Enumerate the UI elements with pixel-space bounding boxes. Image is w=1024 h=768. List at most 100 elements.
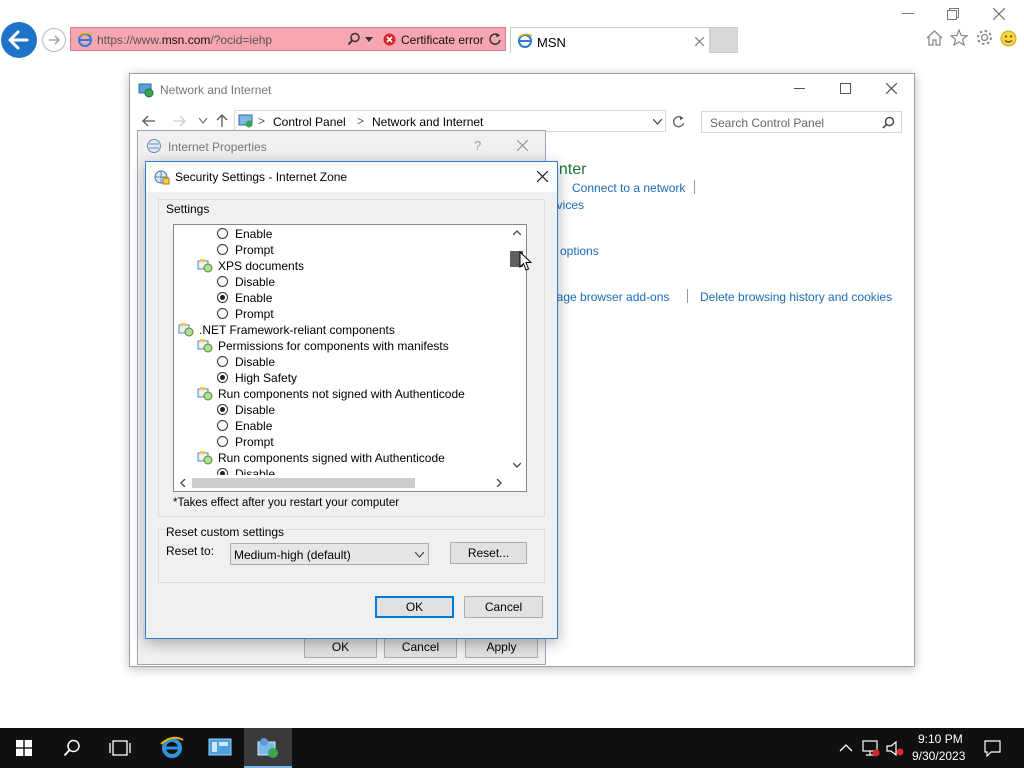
- radio-unchecked[interactable]: [217, 276, 228, 287]
- cancel-button[interactable]: Cancel: [464, 596, 543, 618]
- restore-icon[interactable]: [947, 8, 959, 20]
- security-globe-icon: [154, 170, 170, 185]
- radio-label: High Safety: [235, 371, 298, 385]
- settings-category-icon: [197, 451, 213, 465]
- home-icon[interactable]: [926, 30, 943, 46]
- arrow-right-icon: [49, 35, 61, 45]
- settings-tree[interactable]: Enable Prompt XPS documents Disable Enable Pr…: [173, 224, 527, 492]
- task-view-icon[interactable]: [109, 740, 131, 756]
- forward-button[interactable]: [42, 28, 66, 52]
- connect-to-network-link[interactable]: Connect to a network: [572, 181, 685, 195]
- network-icon: [138, 83, 154, 98]
- ok-button[interactable]: OK: [304, 636, 377, 658]
- cp-address-bar[interactable]: > Control Panel > Network and Internet: [234, 110, 666, 132]
- network-tray-icon[interactable]: [862, 740, 880, 757]
- close-window-icon[interactable]: [993, 8, 1005, 20]
- chevron-left-icon[interactable]: [180, 479, 186, 487]
- window-title: Network and Internet: [160, 83, 272, 97]
- breadcrumb-network-internet[interactable]: Network and Internet: [372, 115, 483, 129]
- chevron-up-icon[interactable]: [513, 230, 521, 236]
- taskbar-server-manager[interactable]: [196, 728, 244, 768]
- new-tab-button[interactable]: [710, 27, 738, 53]
- internet-options-icon: [147, 139, 161, 153]
- refresh-icon[interactable]: [488, 32, 502, 46]
- certificate-error-label[interactable]: Certificate error: [401, 33, 484, 47]
- ok-button[interactable]: OK: [375, 596, 454, 618]
- arrow-left-icon: [8, 30, 29, 50]
- horizontal-scrollbar[interactable]: [174, 475, 508, 491]
- chevron-down-icon[interactable]: [365, 37, 373, 43]
- radio-checked[interactable]: [217, 372, 228, 383]
- search-icon[interactable]: [63, 739, 81, 757]
- taskbar-internet-explorer[interactable]: [148, 728, 196, 768]
- smiley-feedback-icon[interactable]: [1000, 30, 1017, 47]
- maximize-icon[interactable]: [840, 83, 851, 94]
- close-icon[interactable]: [537, 171, 548, 182]
- security-settings-dialog: Security Settings - Internet Zone Settin…: [145, 161, 558, 639]
- radio-label: Prompt: [235, 307, 274, 321]
- radio-checked[interactable]: [217, 468, 228, 475]
- radio-label: Disable: [235, 467, 276, 475]
- tab-msn[interactable]: MSN: [510, 27, 710, 53]
- arrow-right-icon[interactable]: [172, 115, 186, 127]
- chevron-down-icon[interactable]: [199, 118, 207, 124]
- close-icon[interactable]: [695, 37, 704, 46]
- control-panel-icon: [238, 114, 253, 128]
- group-label: XPS documents: [218, 259, 305, 273]
- refresh-icon[interactable]: [672, 115, 685, 128]
- close-icon[interactable]: [517, 140, 528, 151]
- apply-button[interactable]: Apply: [465, 636, 538, 658]
- arrow-up-icon[interactable]: [216, 114, 228, 128]
- radio-checked[interactable]: [217, 292, 228, 303]
- radio-unchecked[interactable]: [217, 356, 228, 367]
- settings-category-icon: [197, 387, 213, 401]
- clock-date[interactable]: 9/30/2023: [912, 749, 965, 763]
- chevron-down-icon[interactable]: [653, 119, 662, 125]
- cert-error-icon[interactable]: [383, 33, 396, 46]
- cancel-button[interactable]: Cancel: [384, 636, 457, 658]
- group-label: .NET Framework-reliant components: [199, 323, 395, 337]
- radio-unchecked[interactable]: [217, 420, 228, 431]
- close-window-icon[interactable]: [886, 83, 897, 94]
- radio-unchecked[interactable]: [217, 308, 228, 319]
- dialog-title: Internet Properties: [168, 140, 267, 154]
- manage-addons-link[interactable]: nage browser add-ons: [550, 290, 669, 304]
- minimize-icon[interactable]: [794, 88, 805, 90]
- settings-category-icon: [197, 339, 213, 353]
- chevron-down-icon[interactable]: [513, 462, 521, 468]
- taskbar-control-panel[interactable]: [244, 728, 292, 768]
- volume-muted-icon[interactable]: [886, 740, 904, 757]
- radio-label: Enable: [235, 419, 273, 433]
- reset-level-select[interactable]: Medium-high (default): [230, 543, 429, 565]
- settings-rows: Enable Prompt XPS documents Disable Enable Pr…: [174, 225, 508, 475]
- gear-icon[interactable]: [976, 29, 993, 46]
- radio-label: Prompt: [235, 243, 274, 257]
- search-icon[interactable]: [882, 116, 895, 129]
- clock-time[interactable]: 9:10 PM: [918, 732, 963, 746]
- breadcrumb-control-panel[interactable]: Control Panel: [273, 115, 346, 129]
- radio-unchecked[interactable]: [217, 436, 228, 447]
- help-button[interactable]: ?: [474, 138, 481, 153]
- radio-checked[interactable]: [217, 404, 228, 415]
- search-control-panel-input[interactable]: Search Control Panel: [701, 111, 902, 133]
- arrow-left-icon[interactable]: [142, 115, 156, 127]
- chevron-right-icon[interactable]: [496, 479, 502, 487]
- scrollbar-thumb[interactable]: [192, 478, 415, 488]
- radio-unchecked[interactable]: [217, 244, 228, 255]
- breadcrumb-separator: >: [258, 114, 266, 128]
- radio-unchecked[interactable]: [217, 228, 228, 239]
- chevron-up-icon[interactable]: [839, 743, 853, 753]
- back-button[interactable]: [1, 22, 37, 58]
- divider: [694, 180, 695, 194]
- favorites-star-icon[interactable]: [950, 29, 968, 46]
- windows-start-icon[interactable]: [16, 740, 32, 756]
- divider: [687, 289, 688, 303]
- mouse-cursor-icon: [519, 251, 533, 271]
- address-bar[interactable]: https://www.msn.com/?ocid=iehp Certifica…: [70, 27, 506, 51]
- reset-button[interactable]: Reset...: [450, 542, 527, 564]
- action-center-icon[interactable]: [984, 740, 1001, 757]
- group-label: Run components signed with Authenticode: [218, 451, 445, 465]
- search-icon[interactable]: [347, 32, 361, 46]
- minimize-icon[interactable]: [902, 13, 914, 15]
- delete-history-link[interactable]: Delete browsing history and cookies: [700, 290, 892, 304]
